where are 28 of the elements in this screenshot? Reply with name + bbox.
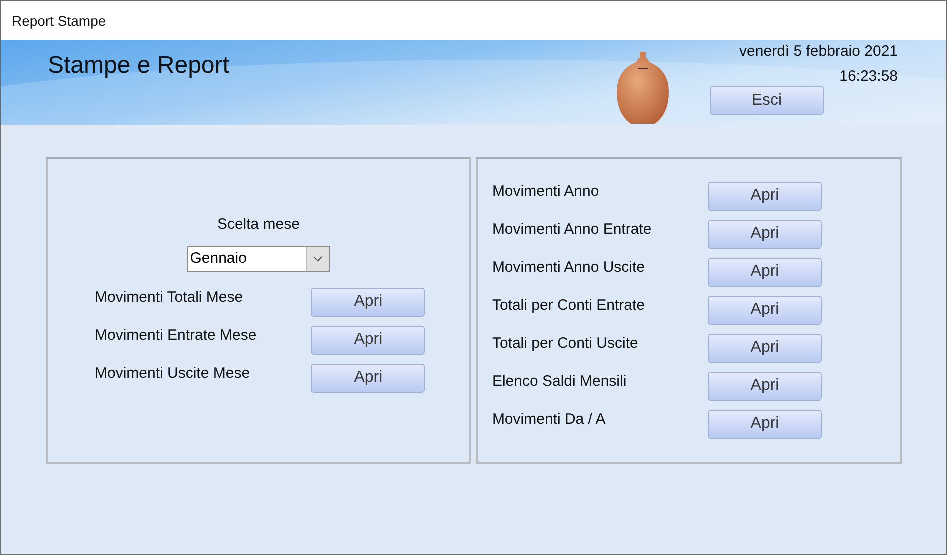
current-time: 16:23:58 bbox=[840, 68, 898, 85]
open-button[interactable]: Apri bbox=[708, 258, 822, 286]
open-button[interactable]: Apri bbox=[708, 372, 822, 400]
open-button[interactable]: Apri bbox=[311, 288, 426, 316]
chevron-down-icon bbox=[313, 256, 324, 262]
open-button[interactable]: Apri bbox=[708, 220, 822, 248]
report-label: Movimenti Anno Entrate bbox=[492, 221, 653, 238]
open-button[interactable]: Apri bbox=[311, 364, 426, 392]
month-dropdown[interactable]: Gennaio bbox=[187, 246, 330, 272]
month-label: Scelta mese bbox=[217, 216, 300, 233]
open-button[interactable]: Apri bbox=[708, 182, 822, 210]
report-label: Movimenti Anno Uscite bbox=[492, 259, 646, 276]
open-button[interactable]: Apri bbox=[708, 296, 822, 324]
report-label: Movimenti Uscite Mese bbox=[95, 365, 252, 382]
report-label: Movimenti Anno bbox=[492, 183, 600, 200]
report-label: Movimenti Entrate Mese bbox=[95, 327, 258, 344]
report-label: Totali per Conti Entrate bbox=[492, 297, 646, 314]
current-date: venerdì 5 febbraio 2021 bbox=[738, 43, 898, 60]
open-button[interactable]: Apri bbox=[708, 410, 822, 438]
report-label: Totali per Conti Uscite bbox=[492, 335, 640, 352]
open-button[interactable]: Apri bbox=[708, 334, 822, 362]
report-label: Movimenti Da / A bbox=[492, 411, 607, 428]
report-label: Elenco Saldi Mensili bbox=[492, 373, 628, 390]
page-title: Stampe e Report bbox=[48, 52, 230, 81]
open-button[interactable]: Apri bbox=[311, 326, 426, 354]
exit-button[interactable]: Esci bbox=[710, 86, 824, 115]
report-label: Movimenti Totali Mese bbox=[95, 289, 244, 306]
window-title: Report Stampe bbox=[12, 12, 106, 28]
